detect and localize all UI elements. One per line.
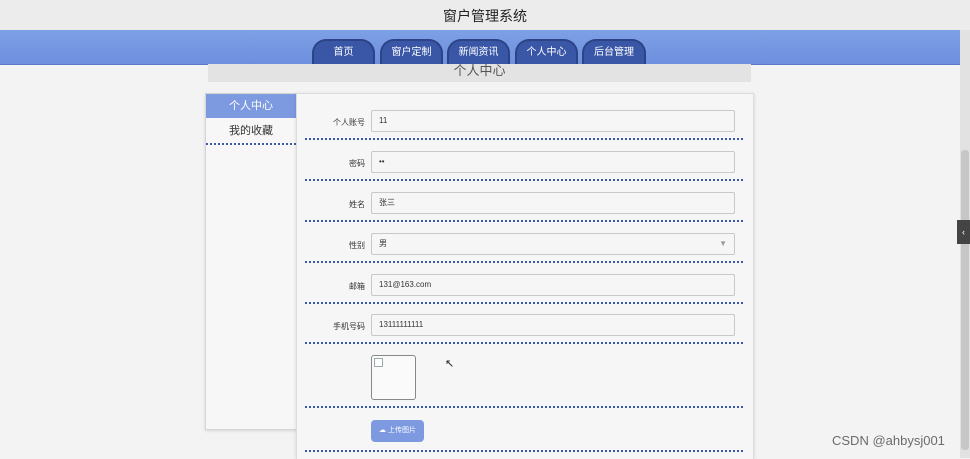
phone-input[interactable]: 13111111111 bbox=[371, 314, 735, 336]
nav-bar: 首页 窗户定制 新闻资讯 个人中心 后台管理 bbox=[0, 30, 960, 65]
nav-tab-home[interactable]: 首页 bbox=[312, 39, 375, 65]
gender-select-value: 男 bbox=[379, 239, 387, 248]
profile-form: 个人账号 11 密码 •• 姓名 张三 性别 男 ▼ 邮箱 131@163.co… bbox=[296, 93, 754, 459]
sidebar-divider bbox=[206, 143, 296, 145]
name-input[interactable]: 张三 bbox=[371, 192, 735, 214]
upload-button-label: 上传图片 bbox=[387, 427, 416, 434]
account-label: 个人账号 bbox=[333, 118, 365, 127]
sidebar-item-favorites[interactable]: 我的收藏 bbox=[206, 119, 296, 143]
chevron-down-icon: ▼ bbox=[719, 239, 727, 248]
email-input[interactable]: 131@163.com bbox=[371, 274, 735, 296]
cloud-upload-icon: ☁ bbox=[379, 427, 387, 434]
sidebar-item-personal-center[interactable]: 个人中心 bbox=[206, 94, 296, 118]
row-divider bbox=[305, 450, 743, 452]
app-title: 窗户管理系统 bbox=[443, 8, 527, 24]
top-bar: 窗户管理系统 bbox=[0, 0, 970, 31]
gender-label: 性别 bbox=[349, 241, 365, 250]
email-label: 邮箱 bbox=[349, 282, 365, 291]
phone-label: 手机号码 bbox=[333, 322, 365, 331]
row-divider bbox=[305, 179, 743, 181]
nav-tab-window-custom[interactable]: 窗户定制 bbox=[380, 39, 443, 65]
row-divider bbox=[305, 406, 743, 408]
row-divider bbox=[305, 261, 743, 263]
password-input[interactable]: •• bbox=[371, 151, 735, 173]
page-title: 个人中心 bbox=[453, 64, 506, 78]
gender-select[interactable]: 男 ▼ bbox=[371, 233, 735, 255]
row-divider bbox=[305, 302, 743, 304]
row-divider bbox=[305, 342, 743, 344]
upload-image-button[interactable]: ☁ 上传图片 bbox=[371, 420, 424, 442]
account-input[interactable]: 11 bbox=[371, 110, 735, 132]
nav-tab-personal-center[interactable]: 个人中心 bbox=[515, 39, 578, 65]
scrollbar-thumb[interactable] bbox=[961, 150, 969, 450]
chevron-left-icon[interactable]: ‹ bbox=[957, 220, 970, 244]
sidebar: 个人中心 我的收藏 bbox=[205, 93, 297, 430]
row-divider bbox=[305, 220, 743, 222]
row-divider bbox=[305, 138, 743, 140]
broken-image-icon bbox=[374, 358, 383, 367]
avatar-image[interactable] bbox=[371, 355, 416, 400]
watermark: CSDN @ahbysj001 bbox=[832, 433, 945, 448]
mouse-pointer-icon: ↖ bbox=[445, 358, 455, 370]
name-label: 姓名 bbox=[349, 200, 365, 209]
page-heading-bar: 个人中心 bbox=[208, 64, 751, 82]
password-label: 密码 bbox=[349, 159, 365, 168]
nav-tab-admin[interactable]: 后台管理 bbox=[582, 39, 646, 65]
nav-tab-news[interactable]: 新闻资讯 bbox=[447, 39, 510, 65]
